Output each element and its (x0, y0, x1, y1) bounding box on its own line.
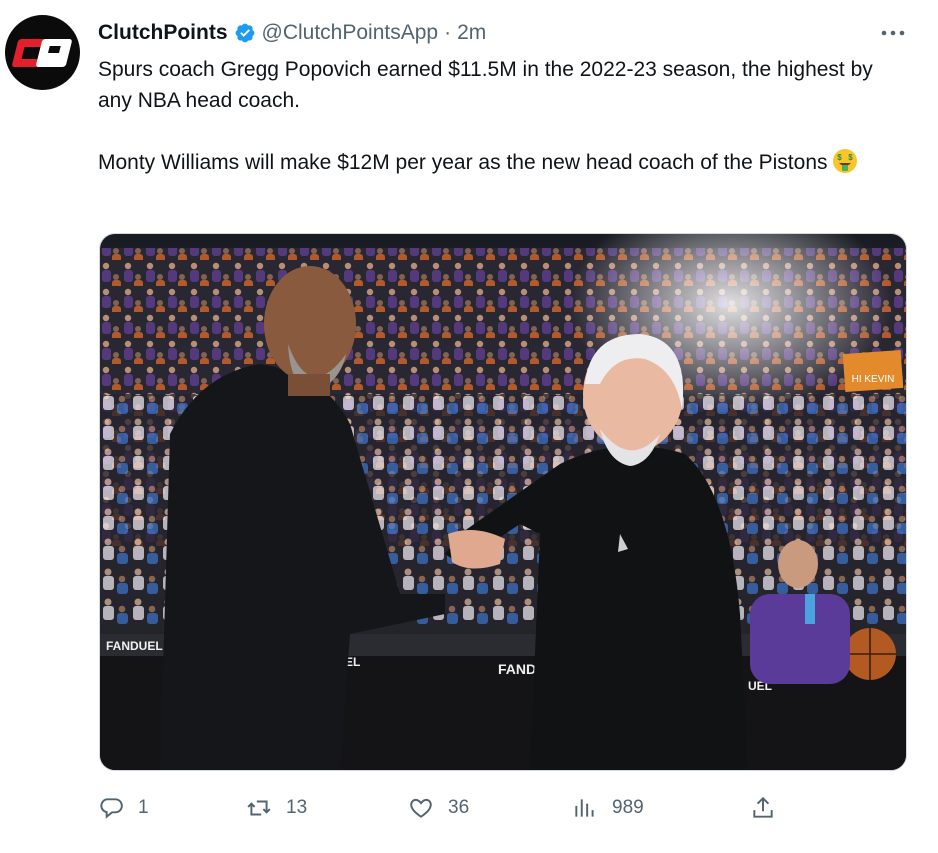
tweet-text-line2: Monty Williams will make $12M per year a… (98, 147, 898, 178)
tweet-actions: 1 13 36 989 (98, 788, 798, 828)
photo-canvas: HI KEVIN FANDUEL EL FANDU UEL (100, 234, 906, 770)
reply-icon (100, 798, 123, 819)
like-count: 36 (448, 797, 470, 818)
tweet-text: Spurs coach Gregg Popovich earned $11.5M… (98, 54, 898, 178)
clutchpoints-logo-icon (11, 38, 72, 67)
author-avatar[interactable] (5, 15, 80, 90)
author-handle[interactable]: @ClutchPointsApp (262, 21, 439, 45)
tweet-photo[interactable]: HI KEVIN FANDUEL EL FANDU UEL (99, 233, 907, 771)
retweet-count: 13 (286, 797, 308, 818)
money-mouth-face-icon: $ $ (832, 149, 857, 173)
views-button[interactable]: 989 (572, 788, 644, 828)
views-count: 989 (612, 797, 644, 818)
reply-button[interactable]: 1 (98, 788, 149, 828)
reply-count: 1 (138, 797, 149, 818)
more-options-icon[interactable] (879, 20, 907, 46)
share-icon (753, 796, 773, 818)
share-button[interactable] (750, 788, 776, 828)
like-button[interactable]: 36 (408, 788, 469, 828)
verified-badge-icon (235, 23, 254, 43)
tweet[interactable]: ClutchPoints @ClutchPointsApp · 2m Spurs… (0, 0, 938, 853)
like-icon (410, 798, 432, 818)
tweet-timestamp[interactable]: 2m (457, 21, 486, 45)
tweet-header: ClutchPoints @ClutchPointsApp · 2m (98, 20, 486, 46)
svg-text:$: $ (848, 153, 853, 162)
tweet-text-line1: Spurs coach Gregg Popovich earned $11.5M… (98, 58, 873, 112)
sign-fanduel-left: FANDUEL (106, 639, 163, 653)
crowd-sign: HI KEVIN (842, 350, 904, 392)
retweet-icon (247, 800, 271, 816)
author-name[interactable]: ClutchPoints (98, 21, 228, 45)
views-icon (575, 799, 594, 817)
retweet-button[interactable]: 13 (246, 788, 307, 828)
svg-text:HI KEVIN: HI KEVIN (852, 374, 895, 385)
header-separator: · (444, 21, 452, 44)
svg-text:$: $ (837, 153, 842, 162)
